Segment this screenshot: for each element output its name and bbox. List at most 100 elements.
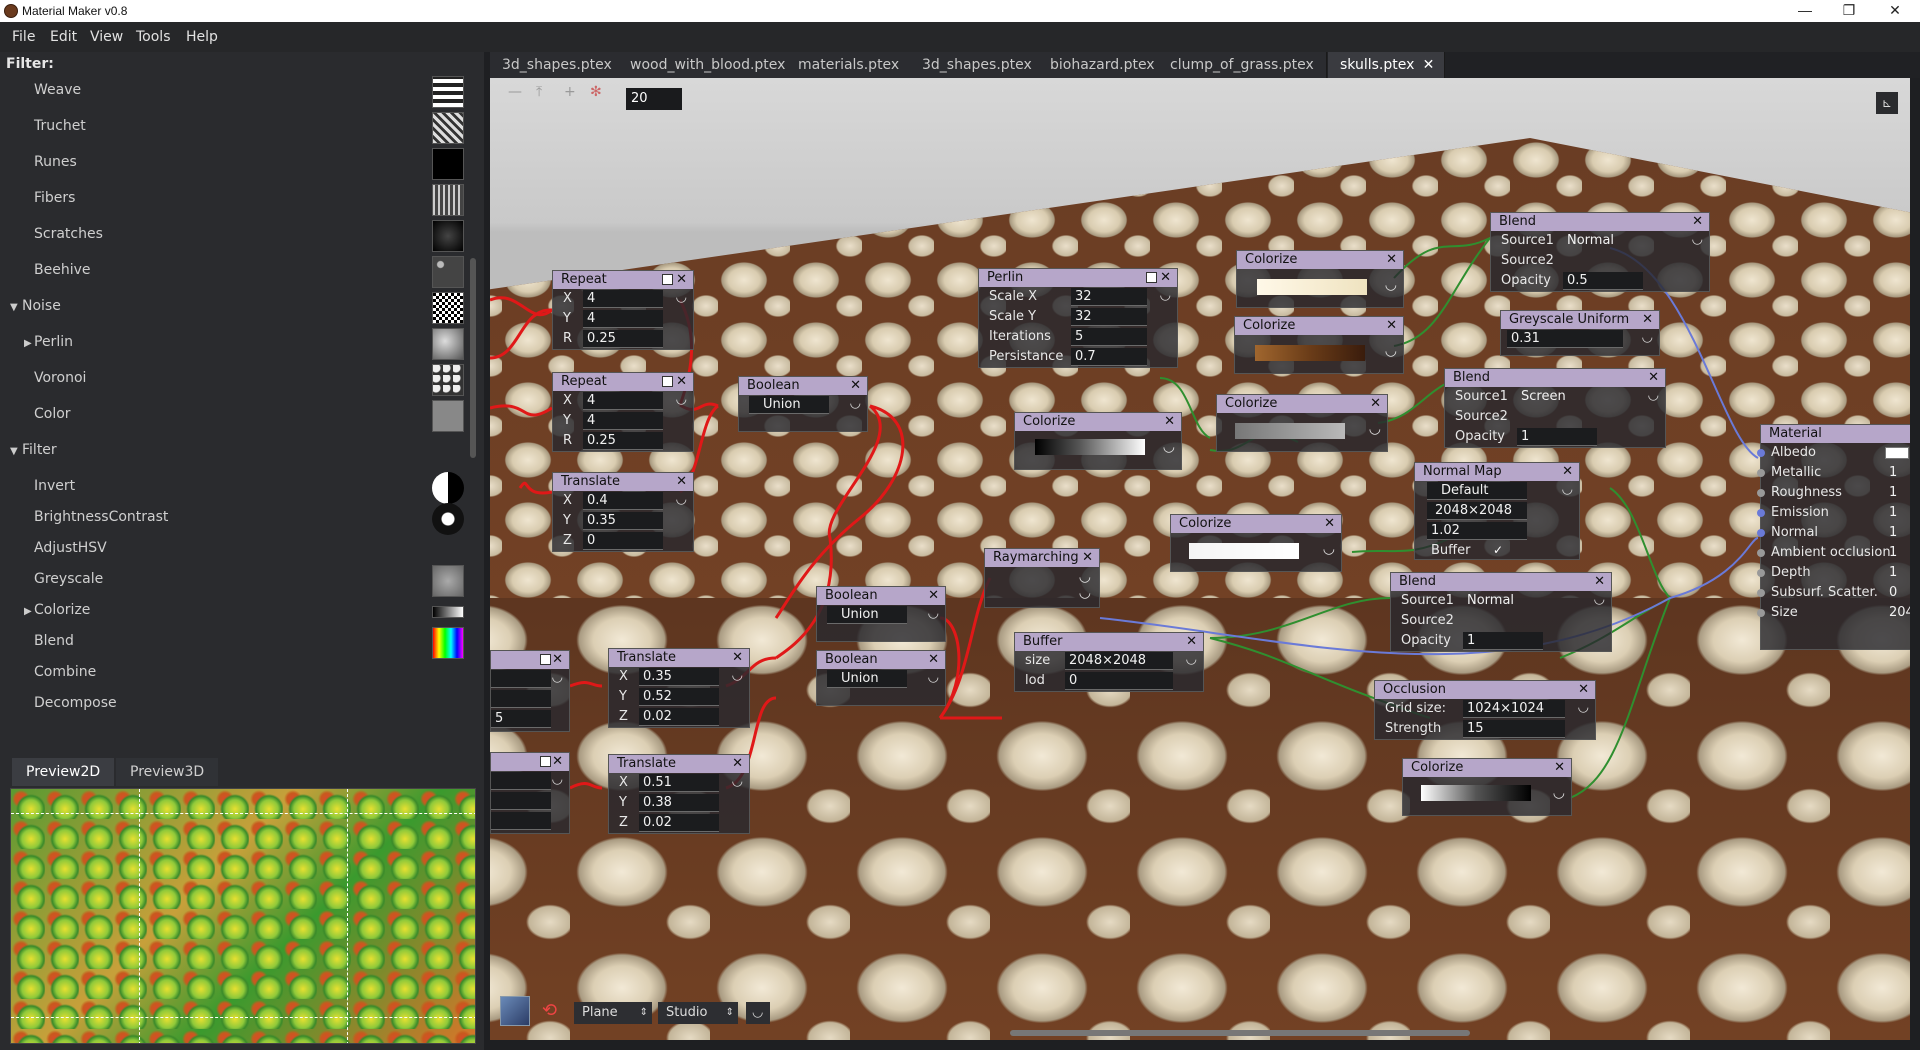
expand-arrow-icon[interactable]: ▶ xyxy=(24,338,32,349)
file-tab[interactable]: 3d_shapes.ptex xyxy=(490,52,625,78)
tab-preview3d[interactable]: Preview3D xyxy=(116,758,219,786)
node-close-icon[interactable]: ✕ xyxy=(1164,413,1175,431)
node-buffer[interactable]: Buffer ✕ size 2048×2048 ◡ lod 0 xyxy=(1014,632,1204,692)
node-close-icon[interactable]: ✕ xyxy=(1578,681,1589,699)
node-blend[interactable]: Blend ✕ Source1 Normal ◡ Source2 Opacity 1 xyxy=(1390,572,1612,652)
library-item[interactable]: Scratches xyxy=(0,218,468,254)
node-partial[interactable]: ✕ ◡ xyxy=(490,752,570,834)
buffer-checkbox[interactable]: ✓ xyxy=(1493,543,1503,557)
output-port-icon[interactable]: ◡ xyxy=(1594,592,1605,607)
node-close-icon[interactable]: ✕ xyxy=(1562,463,1573,481)
collapse-arrow-icon[interactable]: ▼ xyxy=(10,302,18,313)
node-close-icon[interactable]: ✕ xyxy=(676,373,687,391)
output-port-icon[interactable]: ◡ xyxy=(732,668,743,683)
menu-view[interactable]: View xyxy=(90,29,123,45)
environment-select[interactable]: Studio ⇕ xyxy=(658,1002,738,1024)
opacity-slider[interactable]: 1 xyxy=(1517,428,1597,446)
node-partial[interactable]: ✕ ◡ 5 xyxy=(490,650,570,732)
library-item[interactable]: Weave xyxy=(0,74,468,110)
param-value-slider[interactable]: 0.51 xyxy=(639,774,719,792)
param-value[interactable] xyxy=(491,772,551,790)
library-scrollbar[interactable] xyxy=(470,258,476,458)
node-close-icon[interactable]: ✕ xyxy=(1386,317,1397,335)
param-value-slider[interactable]: 0.02 xyxy=(639,814,719,832)
param-value[interactable] xyxy=(491,670,551,688)
random-seed-icon[interactable] xyxy=(662,376,673,387)
node-close-icon[interactable]: ✕ xyxy=(676,271,687,289)
menu-edit[interactable]: Edit xyxy=(50,29,77,45)
library-item[interactable]: ▶ Perlin xyxy=(0,326,468,362)
material-input-value[interactable]: 1 xyxy=(1885,564,1910,582)
gradient-editor[interactable] xyxy=(1421,785,1531,801)
file-tab[interactable]: clump_of_grass.ptex xyxy=(1158,52,1327,78)
library-item[interactable]: Color xyxy=(0,398,468,434)
minimap-toggle-icon[interactable]: ⊾ xyxy=(1876,92,1898,114)
node-close-icon[interactable]: ✕ xyxy=(552,753,563,771)
albedo-color-swatch[interactable] xyxy=(1885,447,1909,459)
output-port-icon[interactable]: ◡ xyxy=(1692,232,1703,247)
blend-mode-select[interactable]: Screen xyxy=(1517,388,1633,406)
node-colorize[interactable]: Colorize ✕ ◡ xyxy=(1216,394,1388,452)
expand-arrow-icon[interactable]: ▶ xyxy=(24,606,32,617)
param-value-slider[interactable]: 0.52 xyxy=(639,688,719,706)
material-input-value[interactable]: 1 xyxy=(1885,484,1910,502)
material-input-value[interactable]: 2048× xyxy=(1885,604,1910,622)
param-value[interactable] xyxy=(491,690,551,708)
param-value-slider[interactable]: 0.02 xyxy=(639,708,719,726)
material-input-value[interactable]: 1 xyxy=(1885,464,1910,482)
output-port-icon[interactable]: ◡ xyxy=(676,290,687,305)
input-port-icon[interactable] xyxy=(1757,609,1765,617)
output-port-icon[interactable]: ◡ xyxy=(552,670,563,685)
node-close-icon[interactable]: ✕ xyxy=(1692,213,1703,231)
output-port-icon[interactable]: ◡ xyxy=(1163,439,1175,455)
node-close-icon[interactable]: ✕ xyxy=(1082,549,1093,567)
gradient-editor[interactable] xyxy=(1255,345,1365,361)
node-repeat[interactable]: Repeat ✕ X 4 ◡ Y 4 R 0.25 xyxy=(552,270,694,350)
param-value-slider[interactable]: 0.7 xyxy=(1071,348,1147,366)
close-tab-icon[interactable]: ✕ xyxy=(1423,52,1435,78)
maximize-button[interactable]: ❐ xyxy=(1826,0,1872,22)
param-value[interactable] xyxy=(491,792,551,810)
output-port-icon[interactable]: ◡ xyxy=(1186,652,1197,667)
menu-help[interactable]: Help xyxy=(186,29,218,45)
output-port-icon[interactable]: ◡ xyxy=(1369,421,1381,437)
operation-select[interactable]: Union xyxy=(827,606,907,624)
input-port-icon[interactable] xyxy=(1757,569,1765,577)
zoom-in-icon[interactable]: + xyxy=(564,84,576,100)
node-close-icon[interactable]: ✕ xyxy=(1386,251,1397,269)
output-port-icon[interactable]: ◡ xyxy=(928,670,939,685)
node-close-icon[interactable]: ✕ xyxy=(1594,573,1605,591)
node-colorize[interactable]: Colorize ✕ ◡ xyxy=(1014,412,1182,470)
library-item[interactable]: ▼ Noise xyxy=(0,290,468,326)
gradient-editor[interactable] xyxy=(1257,279,1367,295)
format-select[interactable]: Default xyxy=(1427,482,1527,500)
reset-zoom-icon[interactable]: ⤒ xyxy=(536,84,542,100)
node-occlusion[interactable]: Occlusion ✕ Grid size: 1024×1024 ◡ Strength 15 xyxy=(1374,680,1596,740)
node-colorize[interactable]: Colorize ✕ ◡ xyxy=(1236,250,1404,308)
node-greyscale-uniform[interactable]: Greyscale Uniform ✕ 0.31 ◡ xyxy=(1500,310,1660,356)
node-normal-map[interactable]: Normal Map ✕ Default ◡ 2048×2048 1.02 Buff… xyxy=(1414,462,1580,560)
param-value-slider[interactable]: 0 xyxy=(1065,672,1173,690)
random-seed-icon[interactable] xyxy=(1146,272,1157,283)
output-port-icon[interactable]: ◡ xyxy=(552,772,563,787)
model-select[interactable]: Plane ⇕ xyxy=(574,1002,652,1024)
file-tab[interactable]: wood_with_blood.ptex xyxy=(618,52,799,78)
node-close-icon[interactable]: ✕ xyxy=(732,649,743,667)
param-value-slider[interactable]: 5 xyxy=(1071,328,1147,346)
input-port-icon[interactable] xyxy=(1757,589,1765,597)
blend-mode-select[interactable]: Normal xyxy=(1463,592,1579,610)
graph-editor-3d-viewport[interactable]: — ⤒ + ✻ 20 ⊾ ✕ ◡ 5 ✕ ◡ Repeat ✕ X 4 ◡ Y … xyxy=(490,78,1910,1040)
random-seed-icon[interactable] xyxy=(540,756,551,767)
library-item[interactable]: Runes xyxy=(0,146,468,182)
node-translate[interactable]: Translate ✕ X 0.51 ◡ Y 0.38 Z 0.02 xyxy=(608,754,750,834)
snap-icon[interactable]: ✻ xyxy=(590,84,602,100)
param-value-slider[interactable]: 0.38 xyxy=(639,794,719,812)
library-item[interactable]: Truchet xyxy=(0,110,468,146)
param-value-slider[interactable]: 0 xyxy=(583,532,663,550)
node-close-icon[interactable]: ✕ xyxy=(676,473,687,491)
param-value-slider[interactable]: 15 xyxy=(1463,720,1565,738)
output-port-icon[interactable]: ◡ xyxy=(1160,288,1171,303)
random-seed-icon[interactable] xyxy=(662,274,673,285)
random-seed-icon[interactable] xyxy=(540,654,551,665)
node-perlin[interactable]: Perlin ✕ Scale X 32 ◡ Scale Y 32 Iterations 5 Per… xyxy=(978,268,1178,368)
